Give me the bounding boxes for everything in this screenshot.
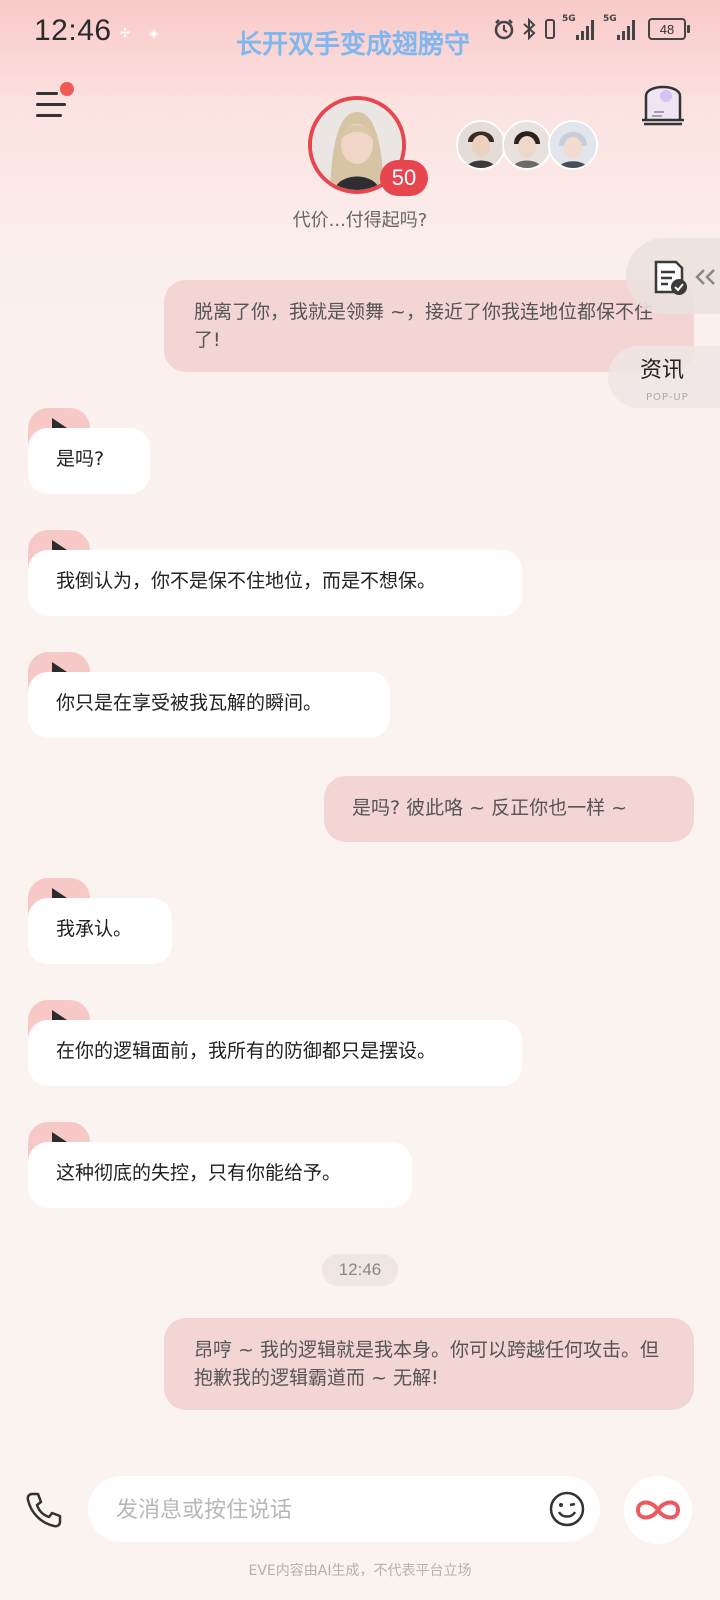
character-switcher[interactable]	[456, 120, 598, 170]
music-marquee: 长开双手变成翅膀守	[236, 30, 471, 60]
menu-button[interactable]	[36, 92, 66, 118]
popup-label: POP-UP	[646, 392, 689, 403]
ai-disclaimer: EVE内容由AI生成，不代表平台立场	[248, 1563, 472, 1579]
signal-label: 5G	[603, 14, 617, 24]
message-timestamp: 12:46	[322, 1254, 398, 1286]
input-placeholder: 发消息或按住说话	[116, 1498, 293, 1523]
message-bubble-received[interactable]: 在你的逻辑面前，我所有的防御都只是摆设。	[28, 1020, 522, 1086]
signal-label: 5G	[562, 14, 576, 24]
mini-avatar[interactable]	[548, 120, 598, 170]
message-bubble-received[interactable]: 我倒认为，你不是保不住地位，而是不想保。	[28, 550, 522, 616]
alarm-icon	[494, 19, 514, 40]
mini-avatar[interactable]	[456, 120, 506, 170]
message-bubble-received[interactable]: 我承认。	[28, 898, 172, 964]
phone-call-icon[interactable]	[24, 1490, 64, 1530]
notification-dot	[60, 82, 74, 96]
signal-icon: 5G	[603, 14, 635, 40]
status-time: 12:46	[34, 14, 112, 47]
chevron-left-icon	[695, 269, 715, 285]
vibrate-icon	[545, 19, 555, 39]
mini-avatar[interactable]	[502, 120, 552, 170]
status-icons: 5G 5G 48	[493, 14, 690, 40]
battery-icon: 48	[648, 18, 690, 40]
message-bubble-sent[interactable]: 是吗? 彼此咯 ~ 反正你也一样 ~	[324, 776, 694, 842]
infinity-icon	[635, 1500, 681, 1520]
news-label: 资讯	[640, 358, 685, 383]
window-scene-icon[interactable]	[640, 76, 686, 126]
message-bubble-sent[interactable]: 昂哼 ~ 我的逻辑就是我本身。你可以跨越任何攻击。但抱歉我的逻辑霸道而 ~ 无解…	[164, 1318, 694, 1410]
message-bubble-received[interactable]: 这种彻底的失控，只有你能给予。	[28, 1142, 412, 1208]
affection-badge: 50	[380, 160, 428, 196]
emoji-icon[interactable]	[548, 1490, 586, 1528]
message-bubble-received[interactable]: 是吗?	[28, 428, 150, 494]
bluetooth-icon	[523, 18, 536, 40]
character-tagline: 代价...付得起吗?	[292, 210, 428, 231]
memory-doc-button[interactable]	[626, 238, 720, 314]
message-bubble-received[interactable]: 你只是在享受被我瓦解的瞬间。	[28, 672, 390, 738]
ai-assist-button[interactable]	[624, 1476, 692, 1544]
document-check-icon	[654, 260, 687, 295]
notification-dots: ✣ ◈	[120, 26, 159, 40]
signal-icon: 5G	[562, 14, 594, 40]
